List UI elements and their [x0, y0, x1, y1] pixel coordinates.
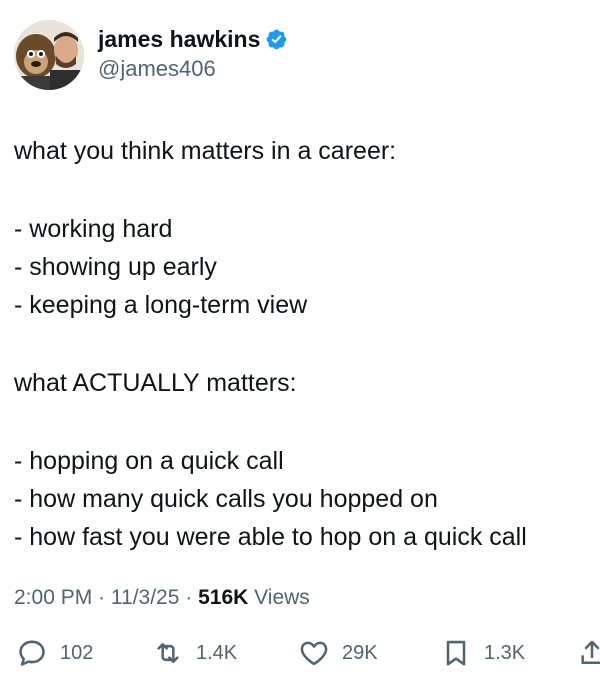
tweet-line: - showing up early — [14, 253, 217, 281]
bookmark-button[interactable]: 1.3K — [440, 637, 525, 669]
display-name[interactable]: james hawkins — [98, 24, 260, 54]
like-button[interactable]: 29K — [298, 637, 378, 669]
reply-button[interactable]: 102 — [16, 637, 93, 669]
avatar-image — [14, 20, 84, 90]
tweet-line: - keeping a long-term view — [14, 291, 308, 319]
tweet-line: - hopping on a quick call — [14, 447, 284, 475]
handle[interactable]: @james406 — [98, 54, 288, 84]
tweet-header: james hawkins @james406 — [14, 20, 288, 90]
views-label: Views — [254, 586, 310, 609]
views-count[interactable]: 516K — [198, 586, 248, 609]
tweet-line: - how fast you were able to hop on a qui… — [14, 523, 527, 551]
name-row: james hawkins — [98, 24, 288, 54]
reply-count: 102 — [60, 641, 94, 664]
tweet-time[interactable]: 2:00 PM — [14, 586, 92, 609]
bookmark-icon — [446, 640, 466, 666]
retweet-count: 1.4K — [196, 641, 238, 664]
avatar[interactable] — [14, 20, 84, 90]
tweet-text: what you think matters in a career: - wo… — [14, 132, 589, 556]
heart-icon — [300, 641, 328, 666]
reply-icon — [19, 640, 45, 666]
author-names: james hawkins @james406 — [98, 24, 288, 84]
retweet-button[interactable]: 1.4K — [152, 637, 237, 669]
tweet-line: what you think matters in a career: — [14, 137, 397, 165]
like-count: 29K — [342, 641, 378, 664]
tweet-line: - working hard — [14, 215, 173, 243]
retweet-icon — [157, 643, 179, 663]
tweet-meta: 2:00 PM · 11/3/25 · 516K Views — [14, 584, 310, 612]
tweet-line: what ACTUALLY matters: — [14, 369, 297, 397]
share-icon — [581, 640, 600, 664]
tweet-line: - how many quick calls you hopped on — [14, 485, 438, 513]
action-bar: 102 1.4K 29K 1.3K — [14, 637, 600, 669]
bookmark-count: 1.3K — [484, 641, 526, 664]
meta-separator: · — [185, 586, 193, 609]
meta-separator: · — [98, 586, 106, 609]
verified-badge-icon[interactable] — [265, 28, 288, 51]
tweet-date[interactable]: 11/3/25 — [111, 586, 180, 609]
share-button[interactable] — [578, 637, 600, 669]
